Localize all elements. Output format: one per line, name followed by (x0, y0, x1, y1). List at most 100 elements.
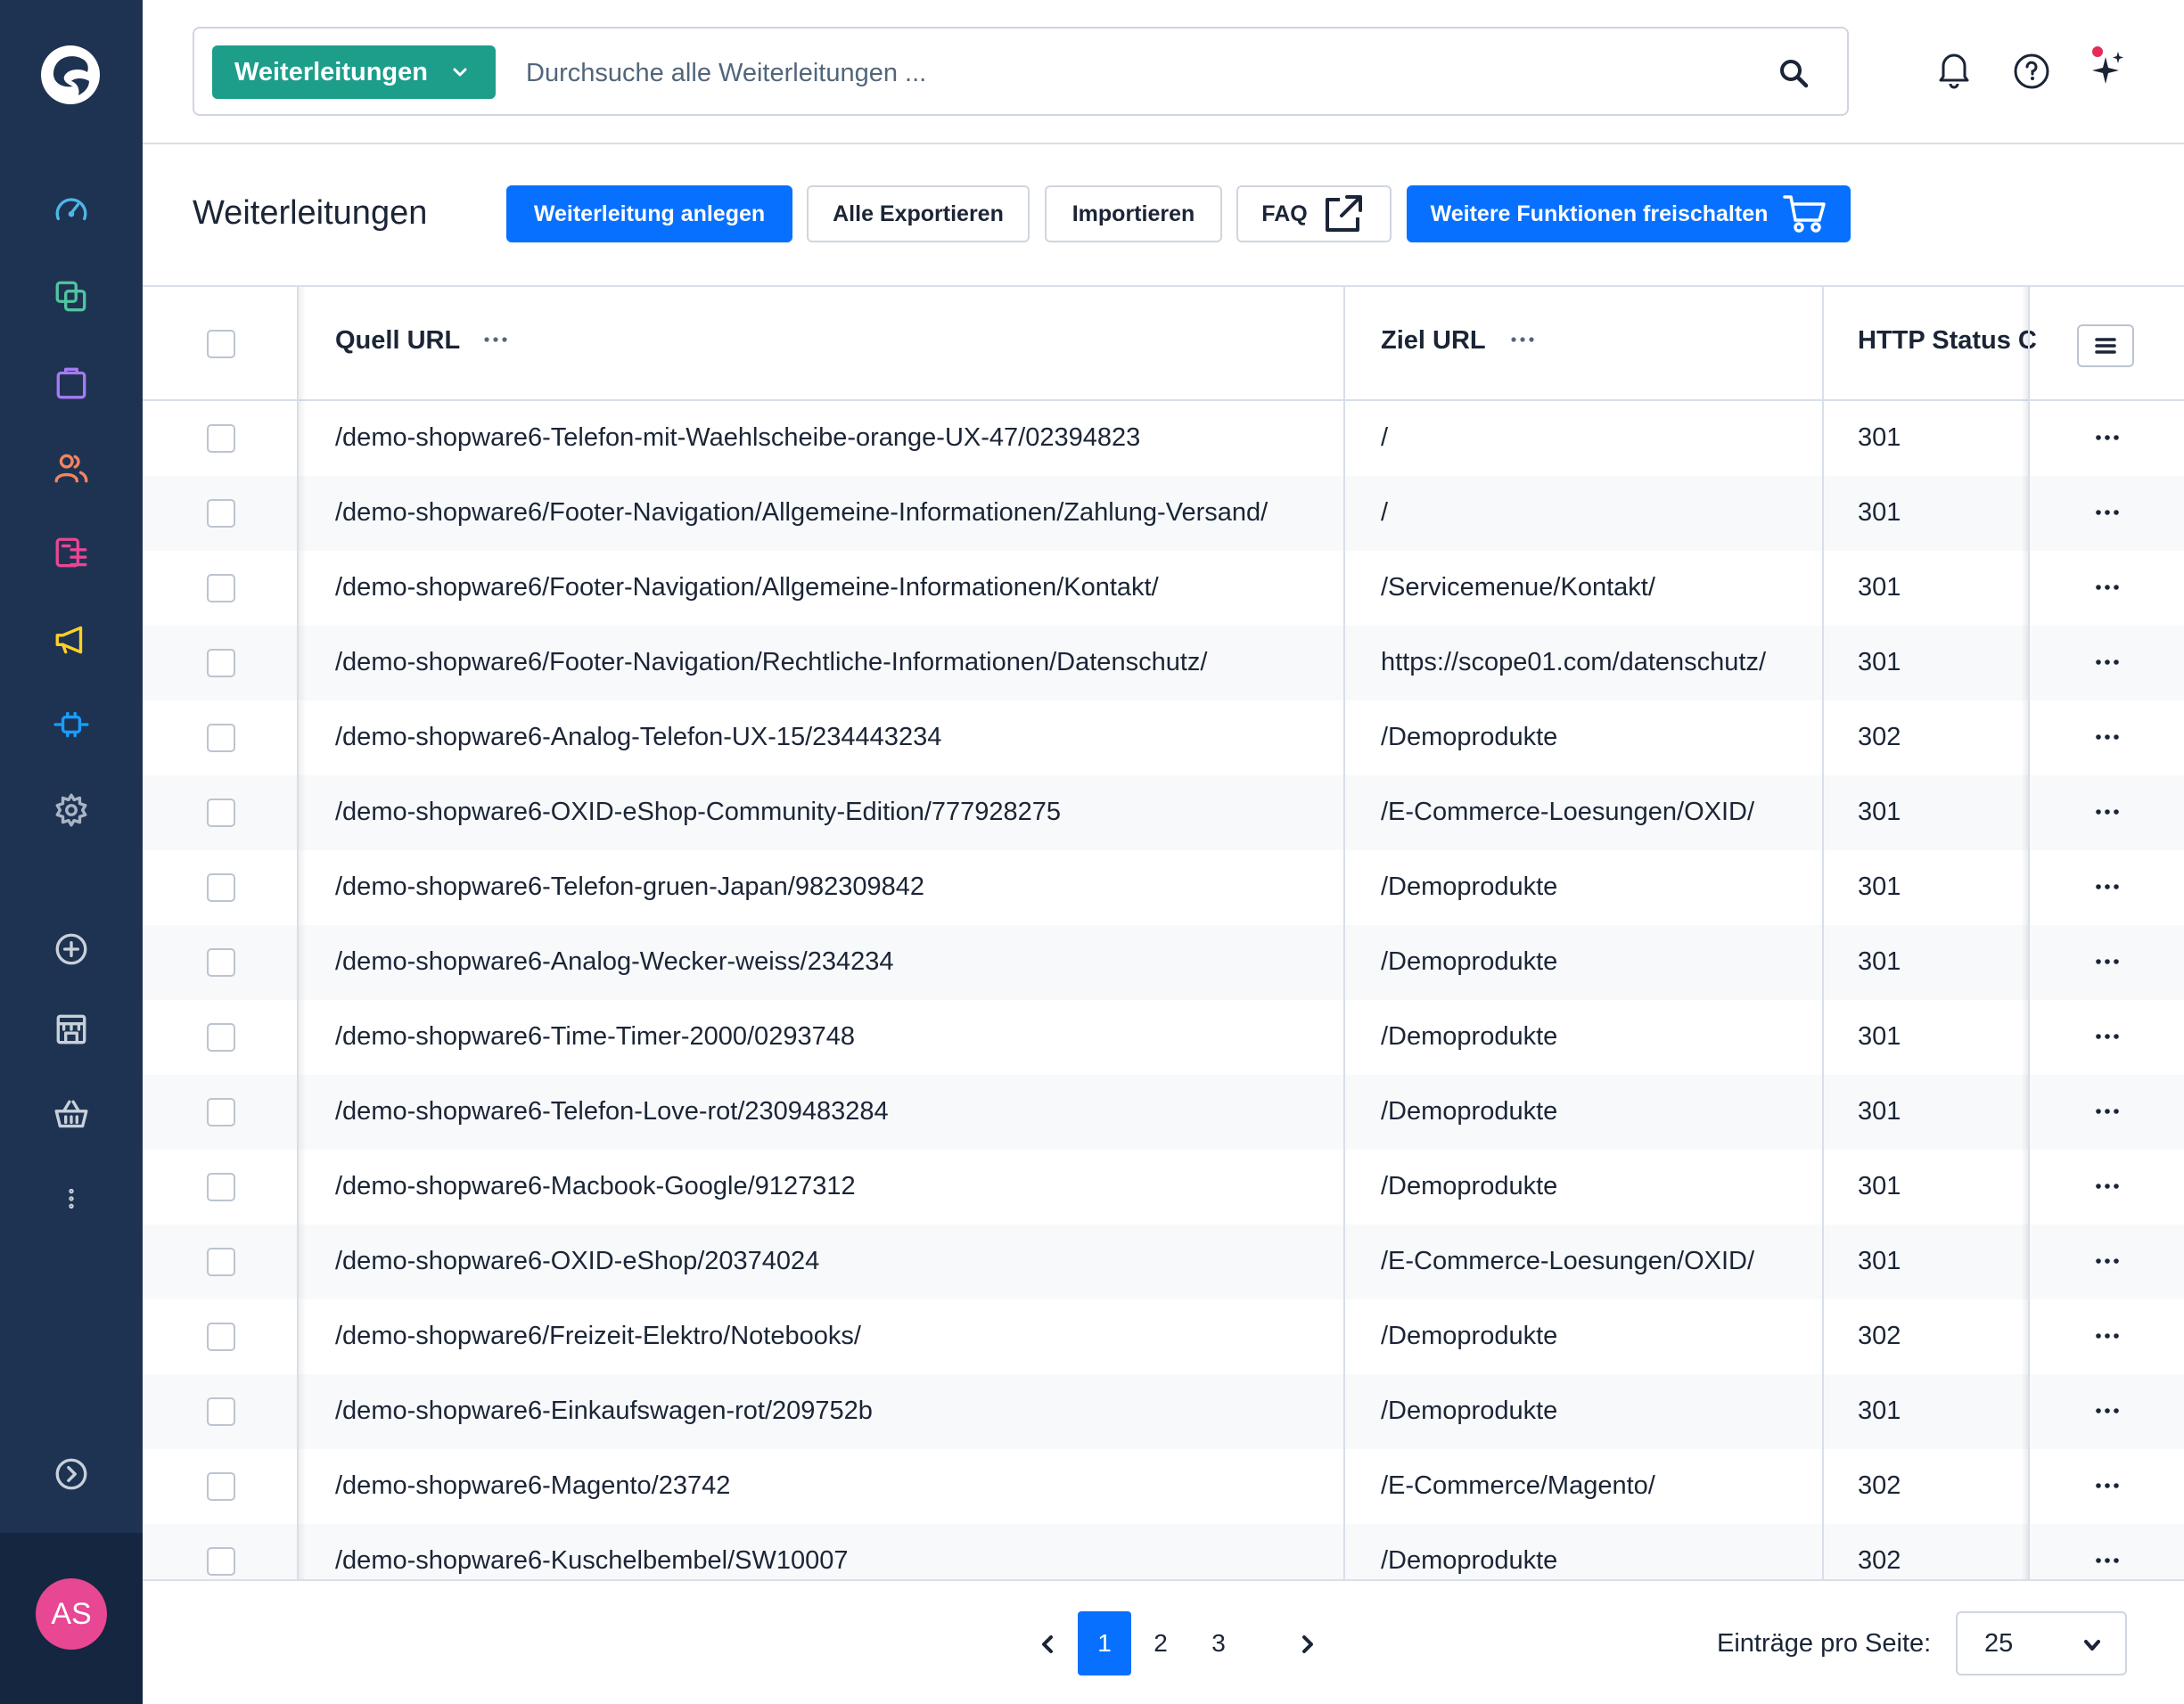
target-url-cell[interactable]: / (1381, 498, 1388, 528)
column-header-source-url[interactable]: Quell URL (335, 326, 460, 356)
page-button-2[interactable]: 2 (1134, 1611, 1187, 1675)
search-icon[interactable] (1776, 55, 1811, 91)
row-checkbox[interactable] (207, 873, 235, 902)
row-actions-icon[interactable] (2095, 807, 2120, 816)
search-input[interactable] (526, 52, 1729, 94)
target-url-cell[interactable]: /Demoprodukte (1381, 1397, 1557, 1426)
column-settings-button[interactable] (2077, 324, 2134, 367)
orders-icon[interactable] (51, 362, 92, 403)
source-url-cell[interactable]: /demo-shopware6-Telefon-Love-rot/2309483… (335, 1097, 889, 1126)
create-redirect-button[interactable]: Weiterleitung anlegen (506, 185, 792, 242)
select-all-checkbox[interactable] (207, 330, 235, 358)
source-url-cell[interactable]: /demo-shopware6-Einkaufswagen-rot/209752… (335, 1397, 873, 1426)
target-url-cell[interactable]: /Servicemenue/Kontakt/ (1381, 573, 1655, 602)
column-header-http-status[interactable]: HTTP Status C (1858, 326, 2037, 356)
column-options-icon[interactable] (1510, 335, 1535, 344)
customers-icon[interactable] (51, 447, 92, 488)
row-actions-icon[interactable] (2095, 733, 2120, 741)
row-actions-icon[interactable] (2095, 1406, 2120, 1415)
table-row[interactable]: /demo-shopware6-Telefon-gruen-Japan/9823… (143, 850, 2184, 925)
per-page-select[interactable]: 25 (1956, 1611, 2127, 1675)
row-checkbox[interactable] (207, 1472, 235, 1501)
table-row[interactable]: /demo-shopware6-Einkaufswagen-rot/209752… (143, 1374, 2184, 1449)
source-url-cell[interactable]: /demo-shopware6/Footer-Navigation/Rechtl… (335, 648, 1207, 677)
dashboard-icon[interactable] (51, 191, 92, 232)
add-sales-channel-icon[interactable] (51, 929, 92, 970)
unlock-features-button[interactable]: Weitere Funktionen freischalten (1407, 185, 1851, 242)
target-url-cell[interactable]: /Demoprodukte (1381, 872, 1557, 902)
row-actions-icon[interactable] (2095, 433, 2120, 442)
row-actions-icon[interactable] (2095, 1182, 2120, 1191)
row-checkbox[interactable] (207, 1248, 235, 1276)
table-row[interactable]: /demo-shopware6/Footer-Navigation/Allgem… (143, 551, 2184, 626)
table-row[interactable]: /demo-shopware6-Telefon-mit-Waehlscheibe… (143, 401, 2184, 476)
settings-icon[interactable] (51, 790, 92, 831)
target-url-cell[interactable]: /Demoprodukte (1381, 1097, 1557, 1126)
source-url-cell[interactable]: /demo-shopware6-Analog-Wecker-weiss/2342… (335, 947, 894, 977)
row-checkbox[interactable] (207, 1023, 235, 1052)
target-url-cell[interactable]: /E-Commerce-Loesungen/OXID/ (1381, 1247, 1754, 1276)
next-page-icon[interactable] (1294, 1631, 1321, 1658)
export-all-button[interactable]: Alle Exportieren (807, 185, 1030, 242)
row-checkbox[interactable] (207, 499, 235, 528)
column-options-icon[interactable] (483, 335, 508, 344)
bell-icon[interactable] (1932, 46, 1976, 91)
source-url-cell[interactable]: /demo-shopware6-Magento/23742 (335, 1471, 730, 1501)
user-avatar[interactable]: AS (36, 1578, 107, 1650)
source-url-cell[interactable]: /demo-shopware6-OXID-eShop-Community-Edi… (335, 798, 1061, 827)
table-row[interactable]: /demo-shopware6-Magento/23742/E-Commerce… (143, 1449, 2184, 1524)
target-url-cell[interactable]: /E-Commerce-Loesungen/OXID/ (1381, 798, 1754, 827)
row-checkbox[interactable] (207, 424, 235, 453)
source-url-cell[interactable]: /demo-shopware6-Time-Timer-2000/0293748 (335, 1022, 855, 1052)
row-checkbox[interactable] (207, 724, 235, 752)
table-row[interactable]: /demo-shopware6-OXID-eShop-Community-Edi… (143, 775, 2184, 850)
target-url-cell[interactable]: /Demoprodukte (1381, 1172, 1557, 1201)
target-url-cell[interactable]: https://scope01.com/datenschutz/ (1381, 648, 1766, 677)
faq-button[interactable]: FAQ (1236, 185, 1392, 242)
previous-page-icon[interactable] (1034, 1631, 1061, 1658)
import-button[interactable]: Importieren (1045, 185, 1222, 242)
row-checkbox[interactable] (207, 574, 235, 602)
shopware-logo[interactable] (37, 42, 103, 108)
row-checkbox[interactable] (207, 948, 235, 977)
target-url-cell[interactable]: /Demoprodukte (1381, 723, 1557, 752)
target-url-cell[interactable]: /Demoprodukte (1381, 1322, 1557, 1351)
row-checkbox[interactable] (207, 649, 235, 677)
table-row[interactable]: /demo-shopware6-OXID-eShop/20374024/E-Co… (143, 1225, 2184, 1299)
row-actions-icon[interactable] (2095, 882, 2120, 891)
table-row[interactable]: /demo-shopware6/Freizeit-Elektro/Noteboo… (143, 1299, 2184, 1374)
source-url-cell[interactable]: /demo-shopware6-Analog-Telefon-UX-15/234… (335, 723, 941, 752)
help-icon[interactable] (2009, 46, 2054, 91)
row-actions-icon[interactable] (2095, 1032, 2120, 1041)
row-checkbox[interactable] (207, 1098, 235, 1126)
row-checkbox[interactable] (207, 1323, 235, 1351)
content-icon[interactable] (51, 533, 92, 574)
table-row[interactable]: /demo-shopware6-Telefon-Love-rot/2309483… (143, 1075, 2184, 1150)
table-row[interactable]: /demo-shopware6-Analog-Wecker-weiss/2342… (143, 925, 2184, 1000)
row-actions-icon[interactable] (2095, 957, 2120, 966)
target-url-cell[interactable]: /E-Commerce/Magento/ (1381, 1471, 1655, 1501)
row-actions-icon[interactable] (2095, 1556, 2120, 1565)
storefront-icon[interactable] (51, 1009, 92, 1050)
table-row[interactable]: /demo-shopware6-Time-Timer-2000/0293748 /… (143, 1000, 2184, 1075)
table-row[interactable]: /demo-shopware6-Macbook-Google/9127312/D… (143, 1150, 2184, 1225)
target-url-cell[interactable]: /Demoprodukte (1381, 1022, 1557, 1052)
row-checkbox[interactable] (207, 799, 235, 827)
page-button-3[interactable]: 3 (1192, 1611, 1245, 1675)
source-url-cell[interactable]: /demo-shopware6-Telefon-gruen-Japan/9823… (335, 872, 924, 902)
row-actions-icon[interactable] (2095, 508, 2120, 517)
row-actions-icon[interactable] (2095, 1107, 2120, 1116)
row-checkbox[interactable] (207, 1547, 235, 1576)
source-url-cell[interactable]: /demo-shopware6-Telefon-mit-Waehlscheibe… (335, 423, 1140, 453)
row-checkbox[interactable] (207, 1173, 235, 1201)
table-row[interactable]: /demo-shopware6-Kuschelbembel/SW10007/De… (143, 1524, 2184, 1579)
marketing-icon[interactable] (51, 619, 92, 659)
table-row[interactable]: /demo-shopware6/Footer-Navigation/Rechtl… (143, 626, 2184, 700)
column-header-target-url[interactable]: Ziel URL (1381, 326, 1486, 356)
target-url-cell[interactable]: /Demoprodukte (1381, 1546, 1557, 1576)
headless-basket-icon[interactable] (51, 1094, 92, 1135)
source-url-cell[interactable]: /demo-shopware6-Macbook-Google/9127312 (335, 1172, 856, 1201)
source-url-cell[interactable]: /demo-shopware6/Freizeit-Elektro/Noteboo… (335, 1322, 861, 1351)
extensions-icon[interactable] (51, 704, 92, 745)
ai-sparkle-icon[interactable] (2086, 46, 2131, 91)
